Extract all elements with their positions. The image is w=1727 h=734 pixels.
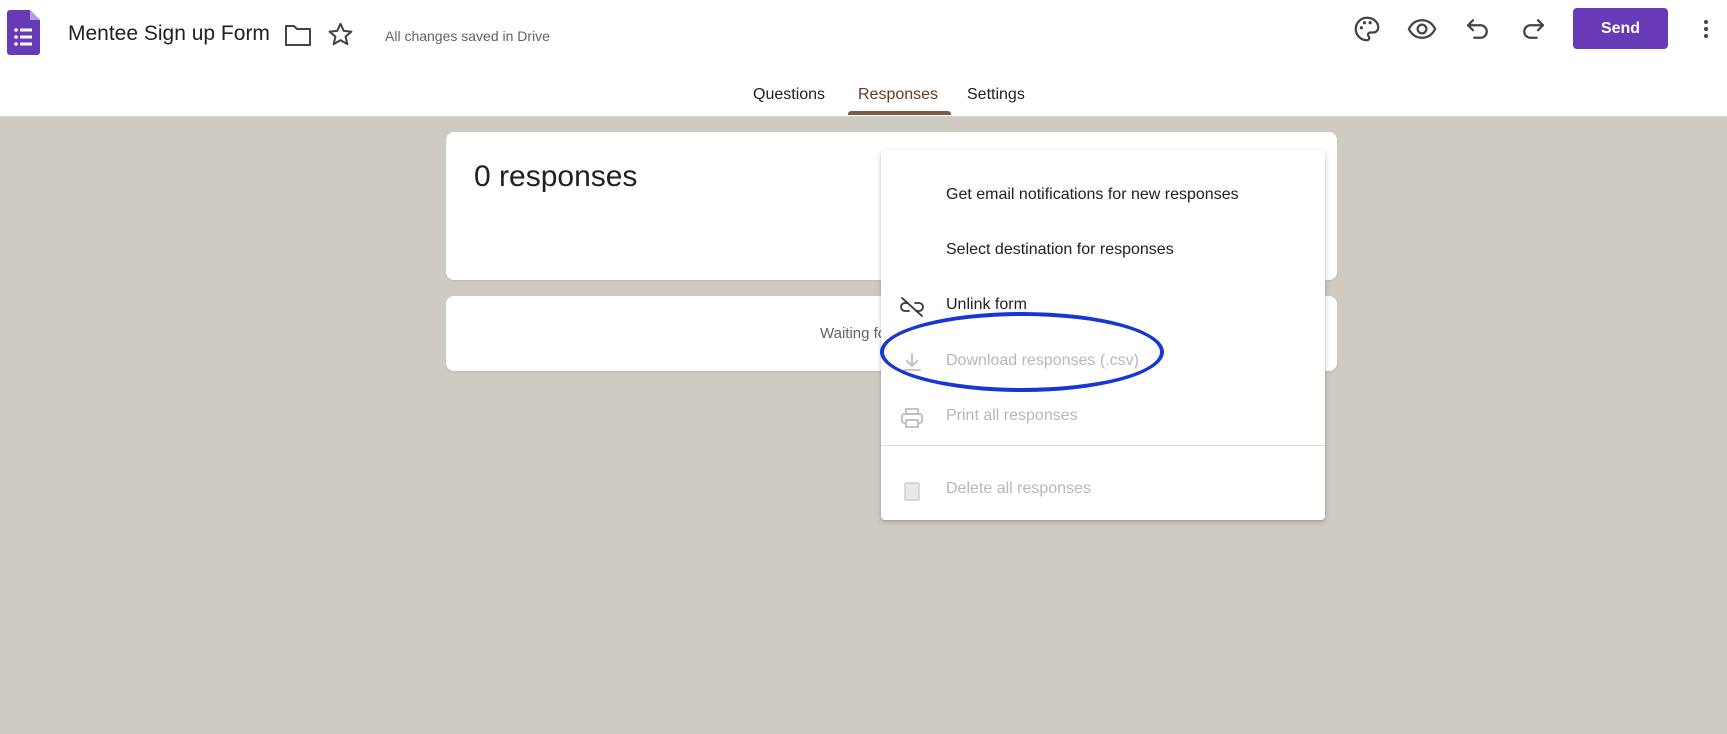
menu-item-email-notifications[interactable]: Get email notifications for new response… <box>881 172 1325 222</box>
menu-item-delete-all[interactable]: Delete all responses <box>881 466 1325 516</box>
palette-icon[interactable] <box>1352 14 1382 44</box>
menu-item-label: Unlink form <box>946 296 1027 313</box>
download-icon <box>903 353 921 371</box>
menu-item-print-all[interactable]: Print all responses <box>881 393 1325 443</box>
redo-icon[interactable] <box>1518 14 1548 44</box>
menu-item-label: Select destination for responses <box>946 241 1174 258</box>
save-status: All changes saved in Drive <box>385 28 550 44</box>
tab-questions[interactable]: Questions <box>753 86 825 104</box>
tab-responses[interactable]: Responses <box>858 86 938 104</box>
print-icon <box>901 408 923 428</box>
menu-item-label: Get email notifications for new response… <box>946 186 1239 203</box>
undo-icon[interactable] <box>1463 14 1493 44</box>
menu-divider <box>881 445 1325 446</box>
menu-item-select-destination[interactable]: Select destination for responses <box>881 227 1325 277</box>
menu-item-unlink-form[interactable]: Unlink form <box>881 282 1325 332</box>
form-title[interactable]: Mentee Sign up Form <box>68 22 270 46</box>
preview-eye-icon[interactable] <box>1407 14 1437 44</box>
trash-icon <box>904 482 920 501</box>
forms-app-icon[interactable] <box>7 10 40 55</box>
responses-count: 0 responses <box>474 160 638 193</box>
unlink-icon <box>900 297 924 317</box>
folder-icon[interactable] <box>284 22 312 48</box>
star-icon[interactable] <box>327 21 354 48</box>
menu-item-label: Delete all responses <box>946 480 1091 497</box>
top-app-bar: Mentee Sign up Form All changes saved in… <box>0 0 1727 117</box>
responses-options-menu: Get email notifications for new response… <box>881 150 1325 520</box>
send-button[interactable]: Send <box>1573 8 1668 49</box>
menu-item-label: Print all responses <box>946 407 1078 424</box>
tab-settings[interactable]: Settings <box>967 86 1025 104</box>
active-tab-indicator <box>848 111 951 115</box>
menu-item-label: Download responses (.csv) <box>946 352 1139 369</box>
more-options-icon[interactable] <box>1696 14 1716 44</box>
menu-item-download-csv[interactable]: Download responses (.csv) <box>881 338 1325 388</box>
